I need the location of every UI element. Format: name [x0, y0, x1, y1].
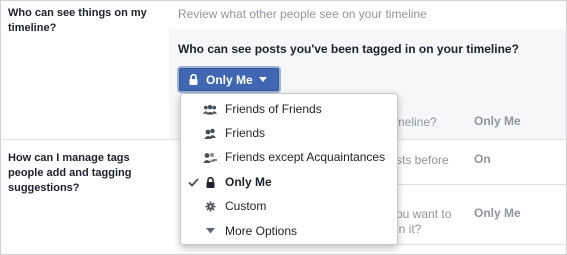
checkmark-icon	[187, 176, 199, 188]
lock-icon	[203, 176, 217, 188]
menu-item-friends-of-friends[interactable]: Friends of Friends	[181, 97, 397, 121]
setting-row-text-line2: in it?	[396, 222, 422, 236]
friends-icon	[203, 127, 217, 139]
menu-item-label: More Options	[225, 224, 298, 238]
setting-row-text: sts before	[396, 153, 449, 167]
section-description: Review what other people see on your tim…	[178, 7, 427, 21]
menu-item-label: Friends	[225, 126, 266, 140]
setting-row-text: imeline?	[392, 115, 437, 129]
menu-item-friends[interactable]: Friends	[181, 121, 397, 145]
row-divider	[398, 184, 566, 185]
lock-icon	[189, 74, 198, 85]
menu-item-label: Custom	[225, 199, 267, 213]
chevron-down-icon	[258, 77, 267, 82]
row-divider	[398, 244, 566, 245]
gear-icon	[203, 200, 217, 212]
audience-dropdown-menu: Friends of Friends Friends Friends excep…	[180, 93, 398, 245]
audience-selector-button[interactable]: Only Me	[179, 68, 279, 91]
menu-item-more-options[interactable]: More Options	[181, 219, 397, 243]
section-label-timeline-visibility: Who can see things on my timeline?	[8, 7, 147, 34]
setting-row-value[interactable]: Only Me	[474, 206, 521, 220]
panel-question: Who can see posts you've been tagged in …	[178, 42, 519, 56]
triangle-down-icon	[203, 225, 217, 237]
section-label-manage-tags: How can I manage tags people add and tag…	[8, 152, 132, 194]
setting-row-value[interactable]: Only Me	[474, 114, 521, 128]
menu-item-label: Friends of Friends	[225, 102, 322, 116]
audience-button-label: Only Me	[206, 72, 253, 87]
menu-item-label: Only Me	[225, 175, 272, 189]
friends-of-friends-icon	[203, 103, 217, 115]
setting-row-value[interactable]: On	[474, 152, 491, 166]
menu-item-custom[interactable]: Custom	[181, 194, 397, 218]
setting-row-text: ou want to	[396, 207, 452, 221]
menu-item-label: Friends except Acquaintances	[225, 150, 386, 164]
friends-except-acquaintances-icon	[203, 151, 217, 163]
menu-item-friends-except-acquaintances[interactable]: Friends except Acquaintances	[181, 145, 397, 169]
menu-item-only-me[interactable]: Only Me	[181, 170, 397, 194]
